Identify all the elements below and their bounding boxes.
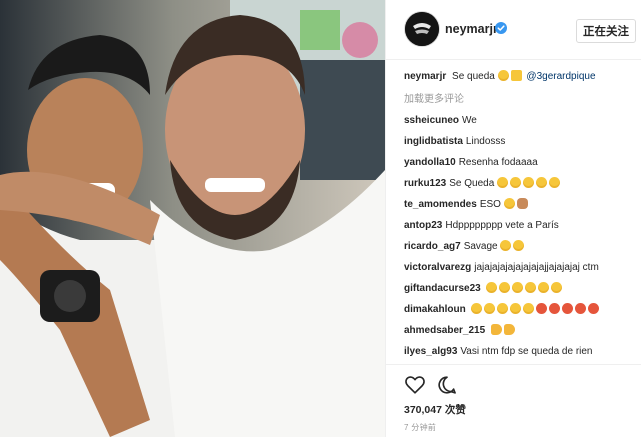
comment-username[interactable]: ahmedsaber_215 — [404, 325, 485, 336]
emoji-icon — [549, 303, 561, 314]
load-more-comments-link[interactable]: 加载更多评论 — [404, 90, 636, 105]
comment-item: ssheicuneo We — [404, 114, 636, 127]
comment-item: giftandacurse23 — [404, 282, 636, 295]
emoji-icon — [562, 303, 574, 314]
emoji-icon — [512, 282, 524, 293]
emoji-icon — [484, 303, 496, 314]
emoji-icon — [536, 303, 548, 314]
comment-username[interactable]: ssheicuneo — [404, 115, 459, 126]
comment-item: te_amomendes ESO — [404, 198, 636, 211]
comment-text: ESO — [479, 199, 501, 210]
caption-mention[interactable]: @3gerardpique — [526, 71, 595, 82]
emoji-icon — [497, 177, 509, 188]
comment-item: ahmedsaber_215 — [404, 324, 636, 337]
emoji-icon — [503, 324, 515, 335]
author-username[interactable]: neymarjr — [445, 22, 498, 36]
emoji-icon — [500, 240, 512, 251]
caption-text: Se queda — [452, 71, 495, 82]
emoji-icon — [588, 303, 600, 314]
emoji-icon — [575, 303, 587, 314]
comment-username[interactable]: giftandacurse23 — [404, 283, 481, 294]
avatar-logo-icon — [405, 12, 439, 46]
post-photo[interactable] — [0, 0, 385, 437]
comment-text: Vasi ntm fdp se queda de rien — [460, 346, 593, 357]
post-photo-image — [0, 0, 385, 437]
emoji-icon — [551, 282, 563, 293]
emoji-icon — [503, 198, 515, 209]
divider — [386, 364, 641, 365]
emoji-icon — [486, 282, 498, 293]
emoji-icon — [499, 282, 511, 293]
emoji-icon — [523, 303, 535, 314]
comment-username[interactable]: antop23 — [404, 220, 442, 231]
emoji-icon — [516, 198, 528, 209]
comment-username[interactable]: victoralvarezg — [404, 262, 471, 273]
comment-username[interactable]: dimakahloun — [404, 304, 466, 315]
emoji-icon — [538, 282, 550, 293]
comment-item: antop23 Hdpppppppp vete a París — [404, 219, 636, 232]
comment-item: rurku123 Se Queda — [404, 177, 636, 190]
likes-count[interactable]: 370,047 次赞 — [404, 402, 466, 417]
comment-username[interactable]: te_amomendes — [404, 199, 477, 210]
comment-username[interactable]: ilyes_alg93 — [404, 346, 457, 357]
comment-text: We — [462, 115, 477, 126]
emoji-icon — [523, 177, 535, 188]
caption-username[interactable]: neymarjr — [404, 71, 446, 82]
verified-badge-icon — [495, 22, 507, 34]
heart-outline-icon[interactable] — [404, 374, 426, 396]
comment-text: Savage — [463, 241, 498, 252]
emoji-icon — [510, 303, 522, 314]
emoji-icon — [497, 303, 509, 314]
comment-username[interactable]: yandolla10 — [404, 157, 456, 168]
emoji-icon — [497, 70, 509, 81]
author-avatar[interactable] — [405, 12, 439, 46]
comment-text: jajajajajajajajajajjajajajaj ctm — [474, 262, 599, 273]
emoji-icon — [510, 70, 522, 81]
comment-text: Se Queda — [449, 178, 495, 189]
speech-bubble-icon[interactable] — [436, 374, 458, 396]
comment-item: yandolla10 Resenha fodaaaa — [404, 156, 636, 169]
emoji-icon — [471, 303, 483, 314]
emoji-icon — [525, 282, 537, 293]
post-caption: neymarjr Se queda @3gerardpique — [404, 70, 636, 83]
post-timestamp: 7 分钟前 — [404, 423, 437, 432]
comment-text: Lindosss — [465, 136, 506, 147]
comment-username[interactable]: inglidbatista — [404, 136, 463, 147]
comment-username[interactable]: rurku123 — [404, 178, 446, 189]
comments-list: neymarjr Se queda @3gerardpique 加载更多评论 s… — [404, 70, 636, 370]
emoji-icon — [490, 324, 502, 335]
comment-item: ricardo_ag7 Savage — [404, 240, 636, 253]
comment-text: Hdpppppppp vete a París — [445, 220, 559, 231]
emoji-icon — [536, 177, 548, 188]
comment-item: ilyes_alg93 Vasi ntm fdp se queda de rien — [404, 345, 636, 358]
post-header: neymarjr 正在关注 — [386, 0, 641, 60]
following-button[interactable]: 正在关注 — [576, 19, 636, 43]
comment-item: inglidbatista Lindosss — [404, 135, 636, 148]
emoji-icon — [549, 177, 561, 188]
post-panel: neymarjr 正在关注 neymarjr Se queda @3gerard… — [385, 0, 641, 437]
emoji-icon — [513, 240, 525, 251]
comment-item: dimakahloun — [404, 303, 636, 316]
comment-text: Resenha fodaaaa — [458, 157, 538, 168]
comment-username[interactable]: ricardo_ag7 — [404, 241, 461, 252]
comment-item: victoralvarezg jajajajajajajajajajjajajaj… — [404, 261, 636, 274]
emoji-icon — [510, 177, 522, 188]
